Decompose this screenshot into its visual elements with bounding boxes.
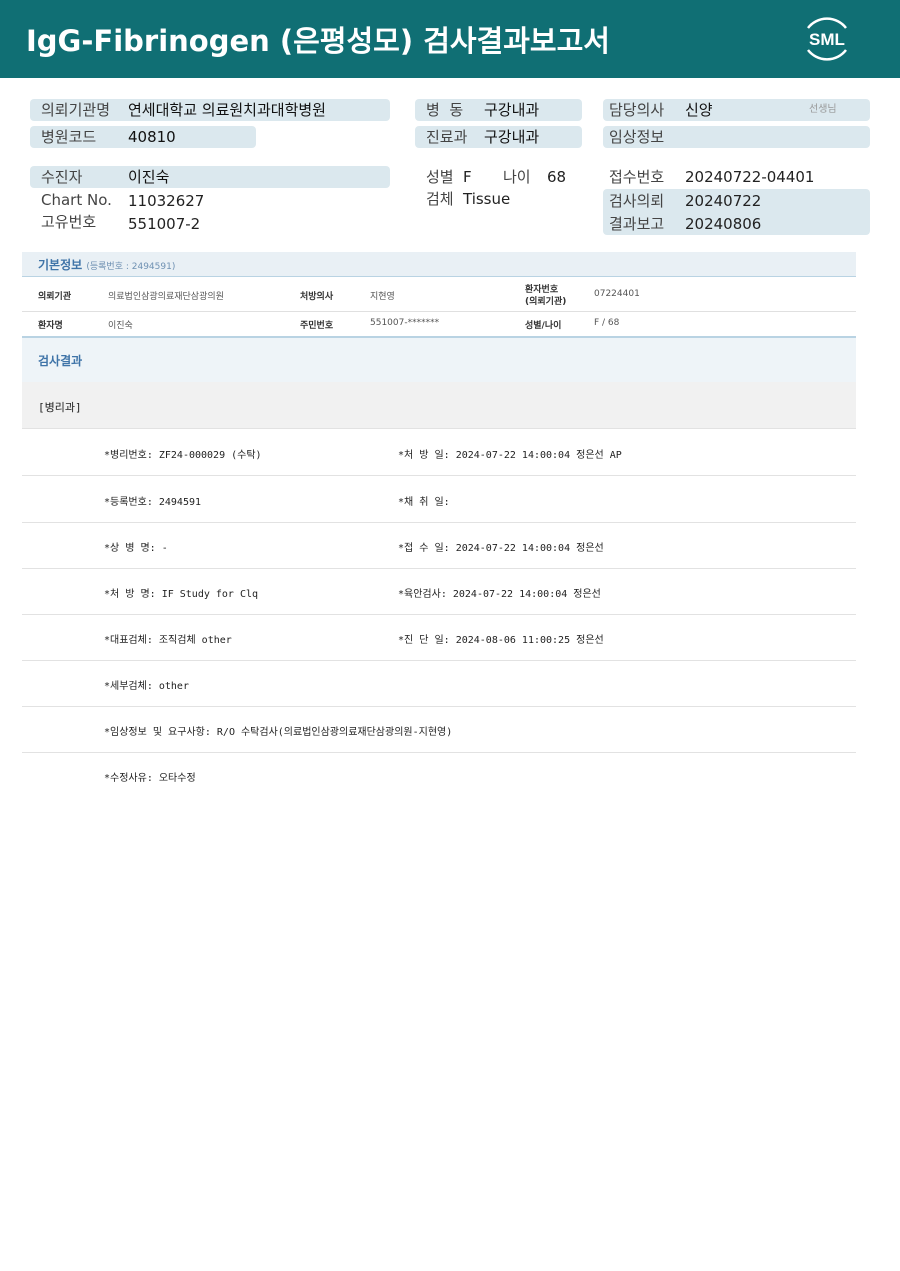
specimen-value: Tissue: [463, 190, 511, 208]
patient-value: 이진숙: [128, 168, 170, 186]
department-label: [병리과]: [38, 401, 82, 414]
basic-value: 의료법인삼광의료재단삼광의원: [108, 292, 224, 302]
result-row: *상 병 명: - *접 수 일: 2024-07-22 14:00:04 정은…: [22, 522, 856, 569]
results-header: 검사결과: [22, 336, 856, 384]
result-left: *병리번호: ZF24-000029 (수탁): [104, 450, 262, 461]
report-header: IgG-Fibrinogen (은평성모) 검사결과보고서 SML: [0, 0, 900, 78]
result-right: *진 단 일: 2024-08-06 11:00:25 정은선: [398, 635, 604, 646]
result-row: *처 방 명: IF Study for Clq *육안검사: 2024-07-…: [22, 568, 856, 615]
dept-label: 진료과: [426, 128, 468, 146]
chart-label: Chart No.: [41, 191, 112, 209]
request-label: 검사의뢰: [609, 192, 665, 210]
basic-key: 주민번호: [300, 321, 334, 331]
hospital-field: 의뢰기관명 연세대학교 의료원치과대학병원: [30, 99, 390, 121]
basic-info-row: 환자명 이진숙 주민번호 551007-******* 성별/나이 F / 68: [22, 312, 856, 335]
doctor-label: 담당의사: [609, 101, 665, 119]
sex-label: 성별: [426, 168, 454, 186]
unique-label: 고유번호: [41, 213, 97, 231]
age-value: 68: [547, 168, 567, 186]
basic-key: 처방의사: [300, 292, 334, 302]
hospital-value: 연세대학교 의료원치과대학병원: [128, 101, 326, 119]
basic-key: 성별/나이: [525, 321, 562, 331]
basic-key: (의뢰기관): [525, 297, 567, 307]
basic-info-title: 기본정보 (등록번호 : 2494591): [38, 258, 176, 272]
dept-value: 구강내과: [484, 128, 540, 146]
results-title: 검사결과: [38, 354, 83, 368]
basic-info-row: 의뢰기관 의료법인삼광의료재단삼광의원 처방의사 지현영 환자번호 (의뢰기관)…: [22, 277, 856, 312]
basic-value: 이진숙: [108, 321, 133, 331]
result-row: *등록번호: 2494591 *채 취 일:: [22, 476, 856, 523]
hospital-label: 의뢰기관명: [41, 101, 111, 119]
doctor-value: 신양: [685, 101, 713, 119]
hospital-code-value: 40810: [128, 128, 176, 146]
ward-field: 병 동 구강내과: [415, 99, 582, 121]
basic-key: 의뢰기관: [38, 292, 72, 302]
basic-value: 551007-*******: [370, 318, 440, 328]
clinical-field: 임상정보: [603, 126, 870, 148]
specimen-label: 검체: [426, 190, 454, 208]
result-right: *처 방 일: 2024-07-22 14:00:04 정은선 AP: [398, 450, 622, 461]
unique-value: 551007-2: [128, 215, 201, 233]
hospital-code-field: 병원코드 40810: [30, 126, 256, 148]
basic-value: 07224401: [594, 289, 640, 299]
logo-text: SML: [809, 30, 845, 49]
report-title: IgG-Fibrinogen (은평성모) 검사결과보고서: [26, 24, 610, 58]
result-left: *대표검체: 조직검체 other: [104, 635, 232, 646]
patient-field: 수진자 이진숙: [30, 166, 390, 188]
age-label: 나이: [503, 168, 531, 186]
result-left: *세부검체: other: [104, 681, 189, 692]
report-value: 20240806: [685, 215, 762, 233]
result-right: *채 취 일:: [398, 497, 450, 508]
basic-info-header: 기본정보 (등록번호 : 2494591): [22, 252, 856, 277]
doctor-suffix: 선생님: [809, 104, 837, 115]
sml-logo: SML: [807, 17, 847, 61]
basic-key: 환자명: [38, 321, 63, 331]
receipt-value: 20240722-04401: [685, 168, 815, 186]
receipt-label: 접수번호: [609, 168, 665, 186]
result-row: *세부검체: other: [22, 660, 856, 707]
basic-value: 지현영: [370, 292, 395, 302]
department-row: [병리과]: [22, 382, 856, 429]
doctor-field: 담당의사 신양 선생님: [603, 99, 870, 121]
result-left: *등록번호: 2494591: [104, 497, 202, 508]
clinical-label: 임상정보: [609, 128, 665, 146]
result-row: *수정사유: 오타수정: [22, 752, 856, 798]
result-left: *상 병 명: -: [104, 543, 168, 554]
sex-value: F: [463, 168, 472, 186]
request-value: 20240722: [685, 192, 762, 210]
result-left: *처 방 명: IF Study for Clq: [104, 589, 259, 600]
registration-number: (등록번호 : 2494591): [86, 262, 176, 272]
report-label: 결과보고: [609, 215, 665, 233]
basic-value: F / 68: [594, 318, 620, 328]
result-right: *접 수 일: 2024-07-22 14:00:04 정은선: [398, 543, 604, 554]
result-left: *수정사유: 오타수정: [104, 773, 196, 784]
ward-value: 구강내과: [484, 101, 540, 119]
hospital-code-label: 병원코드: [41, 128, 97, 146]
dept-field: 진료과 구강내과: [415, 126, 582, 148]
result-right: *육안검사: 2024-07-22 14:00:04 정은선: [398, 589, 601, 600]
result-row: *임상정보 및 요구사항: R/O 수탁검사(의료법인삼광의료재단삼광의원-지현…: [22, 706, 856, 753]
result-row: *대표검체: 조직검체 other *진 단 일: 2024-08-06 11:…: [22, 614, 856, 661]
patient-label: 수진자: [41, 168, 83, 186]
chart-value: 11032627: [128, 192, 205, 210]
result-row: *병리번호: ZF24-000029 (수탁) *처 방 일: 2024-07-…: [22, 429, 856, 476]
ward-label: 병 동: [426, 101, 464, 119]
result-left: *임상정보 및 요구사항: R/O 수탁검사(의료법인삼광의료재단삼광의원-지현…: [104, 727, 453, 738]
